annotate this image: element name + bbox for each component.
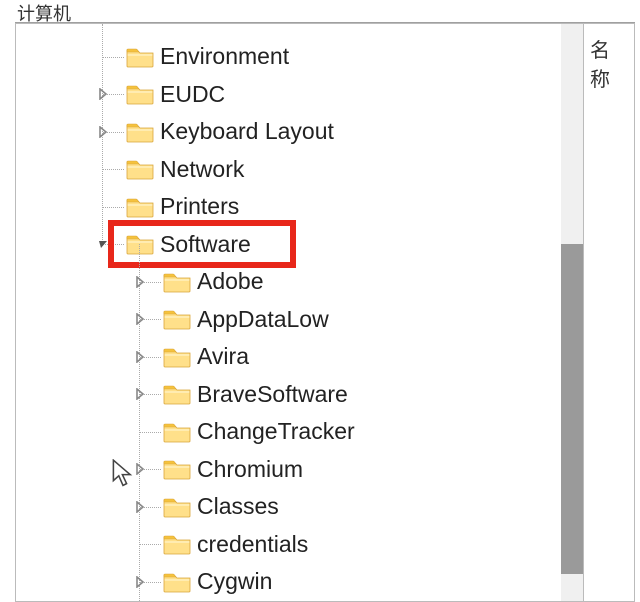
tree-item-label: credentials [197,531,308,558]
folder-icon [163,346,191,368]
folder-icon [126,83,154,105]
tree-item-label: Chromium [197,456,303,483]
tree-item-printers[interactable]: Printers [16,188,583,226]
tree-item-bravesoftware[interactable]: BraveSoftware [16,376,583,414]
tree-item-software[interactable]: Software [16,226,583,264]
tree-item-changetracker[interactable]: ChangeTracker [16,413,583,451]
tree-item-label: Software [160,231,251,258]
vertical-scrollbar[interactable] [561,24,583,601]
chevron-right-icon[interactable] [133,500,147,514]
tree-item-adobe[interactable]: Adobe [16,263,583,301]
tree-item-cygwin[interactable]: Cygwin [16,563,583,601]
folder-icon [163,271,191,293]
scrollbar-thumb[interactable] [561,244,583,574]
details-pane: 名称 [583,23,635,602]
folder-icon [163,421,191,443]
cursor-icon [111,459,135,487]
tree-item-label: AppDataLow [197,306,329,333]
column-header-name[interactable]: 名称 [590,34,628,92]
tree-pane: Environment EUDC Keyboard Layout Network… [15,23,583,602]
chevron-right-icon[interactable] [133,312,147,326]
folder-icon [163,571,191,593]
chevron-right-icon[interactable] [96,125,110,139]
folder-icon [163,496,191,518]
tree-item-chromium[interactable]: Chromium [16,451,583,489]
tree-item-label: Adobe [197,268,264,295]
tree-item-label: Keyboard Layout [160,118,334,145]
tree-item-credentials[interactable]: credentials [16,526,583,564]
tree-item-label: Environment [160,43,289,70]
registry-tree[interactable]: Environment EUDC Keyboard Layout Network… [16,24,583,601]
tree-item-label: Printers [160,193,239,220]
tree-item-label: BraveSoftware [197,381,348,408]
folder-icon [126,46,154,68]
folder-icon [163,383,191,405]
tree-item-label: Classes [197,493,279,520]
tree-item-label: Cygwin [197,568,272,595]
tree-line [140,544,161,545]
split-panes: Environment EUDC Keyboard Layout Network… [15,22,635,602]
tree-item-eudc[interactable]: EUDC [16,76,583,114]
tree-item-keyboard-layout[interactable]: Keyboard Layout [16,113,583,151]
window-frame: 计算机 Environment EUDC Keyboard Layout Net… [15,0,635,599]
tree-line [103,169,124,170]
tree-item-label: Avira [197,343,249,370]
chevron-right-icon[interactable] [133,275,147,289]
folder-icon [163,533,191,555]
tree-item-network[interactable]: Network [16,151,583,189]
tree-item-label: ChangeTracker [197,418,355,445]
tree-item-classes[interactable]: Classes [16,488,583,526]
chevron-right-icon[interactable] [133,387,147,401]
folder-icon [163,308,191,330]
chevron-down-icon[interactable] [96,237,110,251]
chevron-right-icon[interactable] [133,350,147,364]
tree-line [103,207,124,208]
window-title: 计算机 [15,0,635,22]
chevron-right-icon[interactable] [96,87,110,101]
chevron-right-icon[interactable] [133,575,147,589]
tree-item-appdatalow[interactable]: AppDataLow [16,301,583,339]
folder-icon [126,158,154,180]
folder-icon [163,458,191,480]
tree-line [140,432,161,433]
chevron-right-icon[interactable] [133,462,147,476]
folder-icon [126,196,154,218]
folder-icon [126,233,154,255]
tree-item-avira[interactable]: Avira [16,338,583,376]
tree-line [103,57,124,58]
tree-item-label: EUDC [160,81,225,108]
tree-item-environment[interactable]: Environment [16,38,583,76]
tree-item-label: Network [160,156,244,183]
folder-icon [126,121,154,143]
